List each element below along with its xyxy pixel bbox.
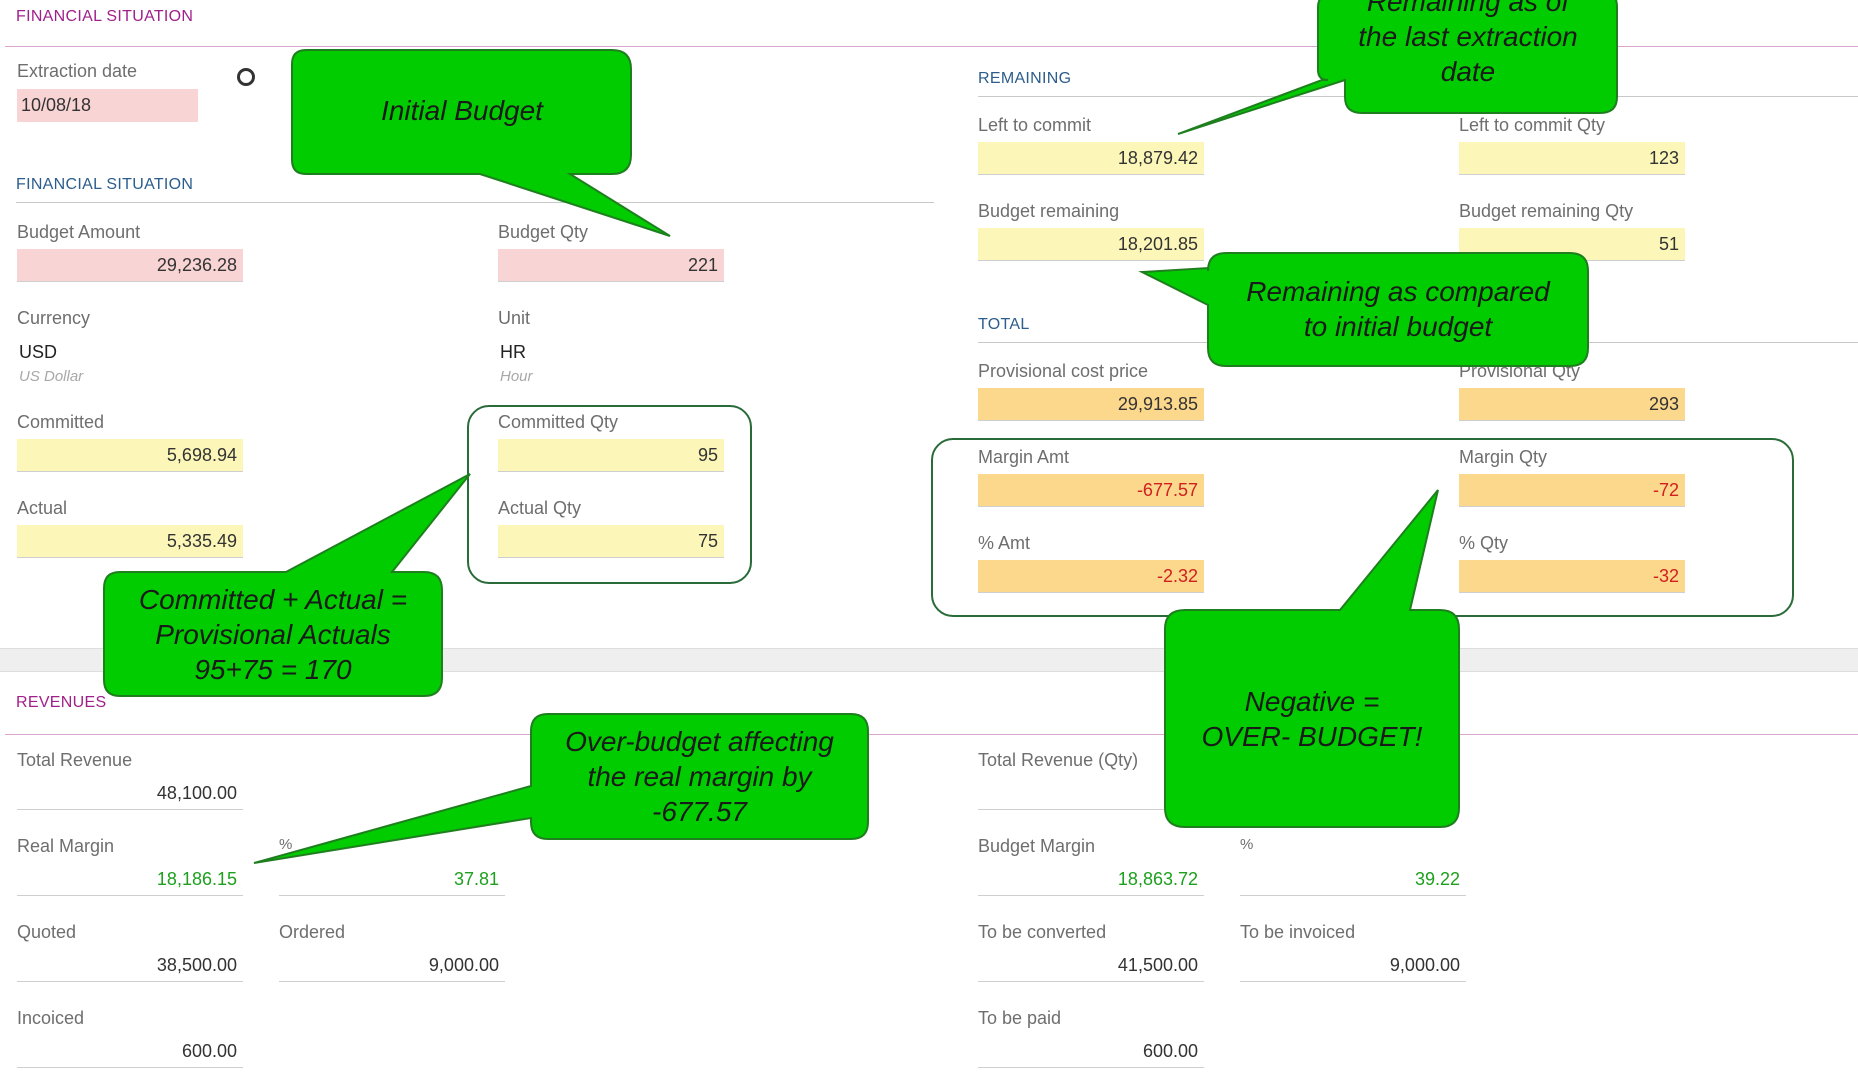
callout-line: Remaining as compared	[1246, 276, 1550, 307]
callout-line: 95+75 = 170	[194, 654, 352, 685]
callout-line: Over-budget affecting	[565, 726, 834, 757]
callout-initial-budget-text: Initial Budget	[292, 93, 632, 128]
callout-line: to initial budget	[1303, 311, 1493, 342]
callout-negative-text: Negative = OVER- BUDGET!	[1165, 684, 1459, 754]
callout-initial-budget	[291, 49, 671, 237]
callout-line: Remaining as of	[1366, 0, 1570, 17]
callout-line: Negative =	[1244, 686, 1380, 717]
callout-line: date	[1440, 56, 1496, 87]
callout-line: OVER- BUDGET!	[1201, 721, 1423, 752]
callout-line: Committed + Actual =	[138, 584, 408, 615]
callout-line: Provisional Actuals	[155, 619, 391, 650]
callout-negative	[1164, 489, 1460, 828]
callout-remaining-as-of-text: Remaining as of the last extraction date	[1318, 0, 1618, 89]
callout-remaining-compared-text: Remaining as compared to initial budget	[1208, 274, 1588, 344]
callout-line: -677.57	[652, 796, 747, 827]
callout-line: the last extraction	[1358, 21, 1578, 52]
callout-line: the real margin by	[587, 761, 812, 792]
callout-over-budget-text: Over-budget affecting the real margin by…	[531, 724, 868, 829]
callout-line: Initial Budget	[381, 95, 543, 126]
callout-layer	[103, 0, 1618, 864]
callout-committed-actual-text: Committed + Actual = Provisional Actuals…	[104, 582, 442, 687]
